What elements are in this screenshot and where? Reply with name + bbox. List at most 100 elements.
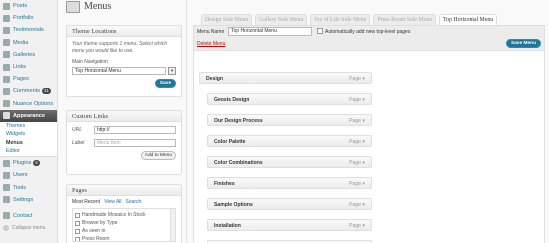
theme-locations-box: Theme Locations Your theme supports 1 me…: [66, 25, 182, 97]
menu-tab[interactable]: Joy of Life Side Menu: [310, 14, 371, 25]
tab-view-all[interactable]: View All: [104, 199, 121, 205]
sidebar-item-links[interactable]: Links: [0, 61, 57, 73]
link-label-label: Label: [72, 140, 85, 146]
sidebar-item-label: Posts: [13, 3, 27, 10]
menu-tab[interactable]: Press Room Side Menu: [373, 14, 437, 25]
checkbox[interactable]: [75, 212, 80, 218]
submenu-widgets[interactable]: Widgets: [0, 130, 57, 139]
sidebar-item-plugins[interactable]: Plugins 6: [0, 157, 57, 169]
menu-item-row[interactable]: Color Combinations Page ▾: [207, 156, 372, 168]
admin-sidebar: Posts Portfolio Testimonials Media Galleries…: [0, 0, 58, 243]
pages-title[interactable]: Pages: [67, 185, 181, 196]
submenu-editor[interactable]: Editor: [0, 147, 57, 156]
save-menu-button[interactable]: Save Menu: [505, 39, 541, 48]
sidebar-item-appearance[interactable]: Appearance: [0, 109, 57, 122]
list-item-label: Press Room: [82, 236, 110, 242]
menu-item-row[interactable]: Design Page ▾: [199, 72, 372, 84]
menu-item-row[interactable]: Color Palette Page ▾: [207, 135, 372, 147]
checkbox[interactable]: [75, 236, 80, 241]
menu-item-title: Our Design Process: [214, 118, 263, 124]
menu-item-type-label: Page: [349, 97, 362, 103]
custom-links-title[interactable]: Custom Links: [67, 111, 181, 122]
pages-box: Pages Most Recent View All Search Handma…: [66, 184, 182, 243]
chevron-down-icon[interactable]: ▾: [361, 97, 365, 103]
custom-links-box: Custom Links URL http:// Label Menu Item…: [66, 110, 182, 175]
list-item-label: Handmade Mosaics In Stock: [82, 212, 146, 218]
sidebar-item-label: Tools: [13, 184, 27, 191]
sidebar-item-contact[interactable]: Contact: [0, 210, 57, 222]
menu-name-label: Menu Name: [197, 29, 225, 35]
sidebar-item-label: Nuance Options: [13, 100, 54, 107]
menu-item-row[interactable]: Finishes Page ▾: [207, 177, 372, 189]
menu-tab[interactable]: Gallery Side Menu: [255, 14, 308, 25]
sidebar-item-posts[interactable]: Posts: [0, 0, 57, 12]
save-locations-button[interactable]: Save: [154, 79, 176, 88]
menu-item-type-label: Page: [349, 160, 362, 166]
chevron-down-icon[interactable]: ▾: [361, 160, 365, 166]
sidebar-item-galleries[interactable]: Galleries: [0, 49, 57, 61]
list-item[interactable]: Press Room: [75, 235, 173, 242]
chevron-down-icon[interactable]: ▾: [361, 223, 365, 229]
testimonials-icon: [3, 26, 10, 34]
chevron-down-icon[interactable]: ▾: [361, 76, 365, 82]
menu-item-row[interactable]: Installation Page ▾: [207, 219, 372, 231]
menu-item-type: Page ▾: [349, 118, 365, 124]
auto-add-label: Automatically add new top-level pages: [325, 29, 411, 35]
menu-item-row[interactable]: Our Design Process Page ▾: [207, 114, 372, 126]
sidebar-item-nuance-options[interactable]: Nuance Options: [0, 98, 57, 110]
tab-search[interactable]: Search: [126, 199, 142, 205]
sidebar-item-media[interactable]: Media: [0, 37, 57, 49]
menu-item-title: Color Palette: [214, 139, 246, 145]
menu-item-row[interactable]: Geosis Design Page ▾: [207, 93, 372, 105]
menu-item-type-label: Page: [349, 223, 362, 229]
menu-name-input[interactable]: Top Horizontal Menu: [228, 27, 312, 36]
menu-item-title: Installation: [214, 223, 241, 229]
sidebar-item-pages[interactable]: Pages: [0, 73, 57, 85]
sidebar-item-portfolio[interactable]: Portfolio: [0, 12, 57, 24]
tools-icon: [3, 184, 10, 192]
plugins-icon: [3, 159, 10, 167]
url-input[interactable]: http://: [94, 126, 176, 134]
sidebar-item-settings[interactable]: Settings: [0, 194, 57, 206]
list-item[interactable]: Handmade Mosaics In Stock: [75, 211, 173, 219]
contact-icon: [3, 212, 10, 220]
chevron-down-icon[interactable]: ▾: [361, 181, 365, 187]
sidebar-item-testimonials[interactable]: Testimonials: [0, 24, 57, 36]
theme-locations-title[interactable]: Theme Locations: [67, 26, 181, 37]
sidebar-item-label: Pages: [13, 76, 29, 83]
chevron-down-icon: ▼: [168, 67, 176, 75]
checkbox[interactable]: [75, 220, 80, 226]
sidebar-item-comments[interactable]: Comments 41: [0, 85, 57, 97]
submenu-themes[interactable]: Themes: [0, 122, 57, 131]
menu-header: Menu Name Top Horizontal Menu Automatica…: [194, 26, 544, 51]
sidebar-item-tools[interactable]: Tools: [0, 181, 57, 193]
menu-tabs: Design Side Menu Gallery Side Menu Joy of …: [201, 14, 498, 25]
menu-tab[interactable]: Design Side Menu: [201, 14, 253, 25]
list-item[interactable]: Browse by Type: [75, 219, 173, 227]
tab-most-recent[interactable]: Most Recent: [72, 199, 100, 205]
checkbox[interactable]: [75, 228, 80, 234]
menu-tab[interactable]: Top Horizontal Menu: [439, 14, 498, 25]
galleries-icon: [3, 51, 10, 59]
menu-item-row[interactable]: Sample Options Page ▾: [207, 198, 372, 210]
chevron-down-icon[interactable]: ▾: [361, 118, 365, 124]
chevron-down-icon[interactable]: ▾: [361, 202, 365, 208]
sidebar-item-label: Links: [13, 64, 27, 71]
chevron-down-icon[interactable]: ▾: [361, 139, 365, 145]
auto-add-checkbox[interactable]: [317, 28, 323, 34]
submenu-menus[interactable]: Menus: [0, 139, 57, 148]
sidebar-item-label: Media: [13, 39, 29, 46]
menu-item-type-label: Page: [349, 181, 362, 187]
sidebar-item-label: Users: [13, 172, 28, 179]
delete-menu-link[interactable]: Delete Menu: [197, 41, 225, 47]
list-item[interactable]: As seen in: [75, 227, 173, 235]
add-to-menu-button[interactable]: Add to Menu: [140, 151, 176, 160]
link-label-input[interactable]: Menu Item: [94, 139, 176, 147]
menu-editor: Menu Name Top Horizontal Menu Automatica…: [193, 25, 545, 243]
options-icon: [3, 100, 10, 108]
location-select[interactable]: Top Horizontal Menu ▼: [72, 67, 176, 75]
collapse-menu[interactable]: Collapse menu: [0, 222, 57, 234]
scrollbar[interactable]: [170, 209, 175, 241]
theme-locations-note: Your theme supports 1 menu. Select which…: [72, 41, 168, 54]
sidebar-item-users[interactable]: Users: [0, 169, 57, 181]
